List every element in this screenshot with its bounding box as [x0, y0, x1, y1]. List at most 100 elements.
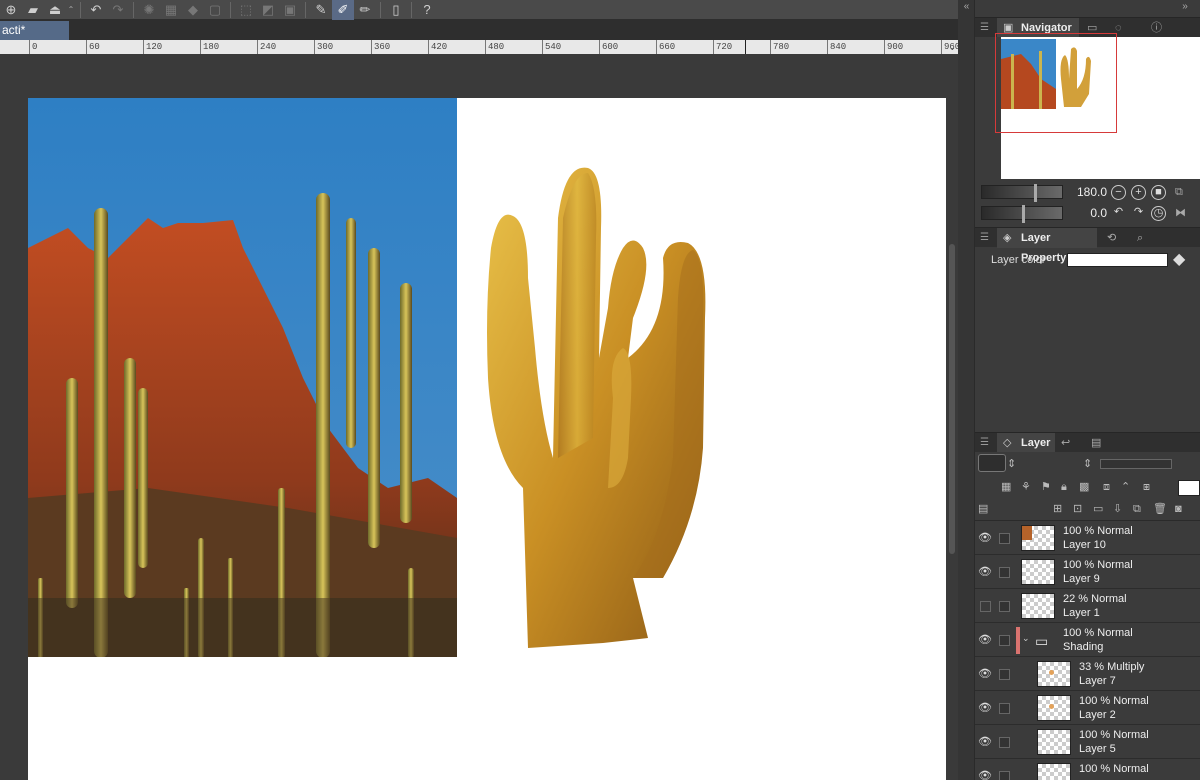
layer-folder-row[interactable]: 👁︎ ⌄ ▭ 100 % Normal Shading — [975, 624, 1200, 657]
device-icon[interactable]: ▯ — [385, 0, 407, 20]
more-chevron-icon[interactable]: ⌃ — [66, 0, 76, 20]
layer-color-chip[interactable] — [1178, 480, 1200, 496]
fill-icon[interactable]: ▦ — [160, 0, 182, 20]
transfer-down-icon[interactable]: ⇩ — [1113, 499, 1122, 519]
eye-icon[interactable]: 👁︎ — [977, 565, 993, 578]
deselect-icon[interactable]: ⬚ — [235, 0, 257, 20]
pencil-icon[interactable]: ✏ — [354, 0, 376, 20]
panel-menu-icon[interactable]: ☰ — [980, 228, 989, 248]
layer-row[interactable]: 👁︎ 100 % Normal Layer 10 — [975, 522, 1200, 555]
invert-selection-icon[interactable]: ◩ — [257, 0, 279, 20]
layer-row[interactable]: 👁︎ 100 % Normal — [975, 760, 1200, 780]
layer-select-checkbox[interactable] — [999, 601, 1010, 612]
layer-color-swatch[interactable] — [1067, 253, 1168, 267]
layer-row[interactable]: 👁︎ 100 % Normal Layer 9 — [975, 556, 1200, 589]
opacity-stepper-icon[interactable]: ⇕ — [1083, 454, 1092, 474]
navigator-preview[interactable] — [975, 33, 1200, 179]
navigator-thumbnail[interactable] — [995, 33, 1200, 179]
layer-mask-icon[interactable]: ◙ — [1175, 499, 1182, 519]
rotate-left-icon[interactable]: ↶ — [1111, 206, 1126, 221]
eye-icon[interactable]: 👁︎ — [977, 769, 993, 780]
eye-icon[interactable]: 👁︎ — [977, 701, 993, 714]
layer-list[interactable]: 👁︎ 100 % Normal Layer 10 👁︎ 100 % Normal Laye… — [975, 522, 1200, 780]
flip-horizontal-icon[interactable]: ⧓ — [1175, 203, 1186, 223]
new-folder-icon[interactable]: ▭ — [1093, 499, 1103, 519]
help-icon[interactable]: ? — [416, 0, 438, 20]
delete-layer-icon[interactable]: 🗑︎ — [1153, 499, 1167, 519]
document-paper[interactable] — [28, 98, 946, 780]
rotation-value[interactable]: 0.0 — [1067, 206, 1107, 220]
new-vector-layer-icon[interactable]: ⊡ — [1073, 499, 1082, 519]
canvas-vertical-scrollbar[interactable] — [946, 54, 958, 780]
draft-layer-icon[interactable]: ⚑ — [1041, 477, 1051, 497]
cactus-painting[interactable] — [483, 158, 723, 648]
zoom-out-icon[interactable]: − — [1111, 185, 1126, 200]
brush-icon[interactable]: ✐ — [332, 0, 354, 20]
info-circle-icon[interactable]: ⓘ — [1151, 18, 1162, 38]
layer-row[interactable]: 👁︎ 100 % Normal Layer 5 — [975, 726, 1200, 759]
blend-mode-select[interactable] — [978, 454, 1006, 472]
layer-row[interactable]: 👁︎ 33 % Multiply Layer 7 — [975, 658, 1200, 691]
lock-icon[interactable]: 🔒︎ — [1061, 477, 1067, 497]
rotate-slider-knob[interactable] — [1022, 205, 1025, 223]
zoom-slider-knob[interactable] — [1034, 184, 1037, 202]
rotate-right-icon[interactable]: ↷ — [1131, 206, 1146, 221]
layer-select-checkbox[interactable] — [999, 703, 1010, 714]
new-raster-layer-icon[interactable]: ⊞ — [1053, 499, 1062, 519]
layer-row[interactable]: 22 % Normal Layer 1 — [975, 590, 1200, 623]
reference-layer-icon[interactable]: ⚘ — [1021, 477, 1031, 497]
selection-border-icon[interactable]: ▣ — [279, 0, 301, 20]
panel-menu-icon[interactable]: ☰ — [980, 433, 989, 453]
layer-row[interactable]: 👁︎ 100 % Normal Layer 2 — [975, 692, 1200, 725]
merge-icon[interactable]: ⧉ — [1133, 499, 1141, 519]
animation-icon[interactable]: ▤ — [1091, 433, 1101, 453]
clip-icon[interactable]: ⧈ — [1103, 477, 1110, 497]
panel-menu-icon[interactable]: ☰ — [980, 18, 989, 38]
blend-stepper-icon[interactable]: ⇕ — [1007, 454, 1016, 474]
layer-select-checkbox[interactable] — [999, 635, 1010, 646]
save-icon[interactable]: ⏏ — [44, 0, 66, 20]
bucket-icon[interactable]: ◆ — [182, 0, 204, 20]
layer-select-checkbox[interactable] — [999, 771, 1010, 780]
pen-icon[interactable]: ✎ — [310, 0, 332, 20]
open-folder-icon[interactable]: ▰ — [22, 0, 44, 20]
chevron-down-icon[interactable]: ⌄ — [1022, 633, 1030, 644]
layer-select-checkbox[interactable] — [999, 567, 1010, 578]
mask-icon[interactable]: ▩ — [1079, 477, 1089, 497]
history-icon[interactable]: ↩ — [1061, 433, 1070, 453]
layer-search-icon[interactable]: ⟲ — [1107, 228, 1116, 248]
navigator-view-frame[interactable] — [995, 33, 1117, 133]
redo-icon[interactable]: ↷ — [107, 0, 129, 20]
zoom-in-icon[interactable]: + — [1131, 185, 1146, 200]
tab-layer[interactable]: ◇ Layer — [997, 433, 1055, 453]
hidden-eye-icon[interactable] — [980, 601, 991, 612]
fill-bucket-icon[interactable]: ◆ — [1173, 249, 1185, 269]
undo-icon[interactable]: ↶ — [85, 0, 107, 20]
zoom-slider[interactable] — [981, 184, 1063, 202]
new-file-icon[interactable]: ⊕ — [0, 0, 22, 20]
layer-select-checkbox[interactable] — [999, 533, 1010, 544]
reset-rotation-icon[interactable]: ◷ — [1151, 206, 1166, 221]
collapse-panel-icon[interactable]: « — [958, 0, 975, 16]
color-change-icon[interactable]: ⌃ — [1121, 477, 1130, 497]
opacity-slider[interactable] — [1100, 459, 1172, 469]
transform-icon[interactable]: ▢ — [204, 0, 226, 20]
eye-icon[interactable]: 👁︎ — [977, 633, 993, 646]
zoom-value[interactable]: 180.0 — [1067, 185, 1107, 199]
lock-transparency-icon[interactable]: ▦ — [1001, 477, 1011, 497]
layer-select-checkbox[interactable] — [999, 737, 1010, 748]
canvas-area[interactable] — [0, 54, 946, 780]
eye-icon[interactable]: 👁︎ — [977, 667, 993, 680]
layer-select-checkbox[interactable] — [999, 669, 1010, 680]
search-icon[interactable]: ⌕ — [1137, 228, 1143, 248]
layer-color-icon[interactable]: ⧆ — [1143, 477, 1150, 497]
expand-panel-icon[interactable]: » — [1170, 0, 1200, 16]
fit-view-icon[interactable]: ■ — [1151, 185, 1166, 200]
scrollbar-thumb[interactable] — [949, 244, 955, 554]
rotate-slider[interactable] — [981, 205, 1063, 223]
tab-layer-property[interactable]: ◈ Layer Property — [997, 228, 1097, 264]
document-tab[interactable]: acti* — [0, 21, 69, 40]
panel-grip[interactable]: « — [958, 0, 975, 780]
eye-icon[interactable]: 👁︎ — [977, 531, 993, 544]
eye-icon[interactable]: 👁︎ — [977, 735, 993, 748]
